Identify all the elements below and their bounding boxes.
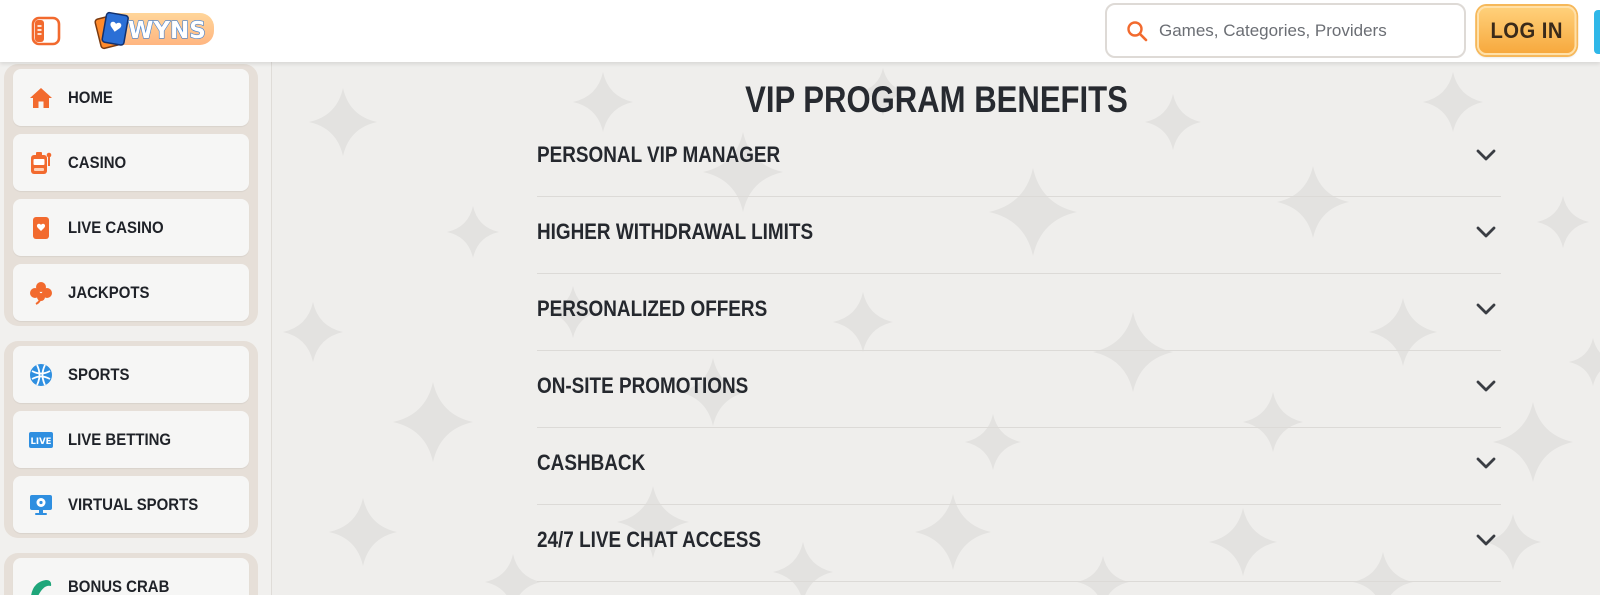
benefit-item-personalized-offers[interactable]: PERSONALIZED OFFERS bbox=[537, 274, 1501, 351]
vip-benefits-accordion: PERSONAL VIP MANAGER HIGHER WITHDRAWAL L… bbox=[537, 120, 1501, 582]
sidebar-item-bonus-crab[interactable]: BONUS CRAB bbox=[13, 558, 249, 595]
nav-group-bonus: BONUS CRAB bbox=[4, 553, 258, 595]
login-button[interactable]: LOG IN bbox=[1477, 6, 1577, 55]
top-header: WYNS LOG IN bbox=[0, 0, 1600, 62]
sidebar: HOME CASINO LIVE CASINO JACKPOTS SPORTS … bbox=[0, 62, 272, 595]
background-star bbox=[309, 88, 377, 156]
background-star bbox=[393, 382, 473, 462]
sidebar-toggle-icon[interactable] bbox=[31, 16, 61, 46]
benefit-item-live-chat-access[interactable]: 24/7 LIVE CHAT ACCESS bbox=[537, 505, 1501, 582]
sidebar-item-jackpots[interactable]: JACKPOTS bbox=[13, 264, 249, 321]
chevron-down-icon[interactable] bbox=[1475, 225, 1497, 239]
sidebar-item-label: JACKPOTS bbox=[68, 282, 150, 302]
benefit-item-personal-vip-manager[interactable]: PERSONAL VIP MANAGER bbox=[537, 120, 1501, 197]
nav-group-sports: SPORTS LIVE LIVE BETTING VIRTUAL SPORTS bbox=[4, 341, 258, 538]
wyns-logo[interactable]: WYNS bbox=[92, 6, 218, 54]
sidebar-item-live-betting[interactable]: LIVE LIVE BETTING bbox=[13, 411, 249, 468]
benefit-title: 24/7 LIVE CHAT ACCESS bbox=[537, 527, 761, 552]
chevron-down-icon[interactable] bbox=[1475, 302, 1497, 316]
header-edge-button[interactable] bbox=[1594, 10, 1600, 54]
sidebar-item-label: BONUS CRAB bbox=[68, 576, 170, 595]
sidebar-item-home[interactable]: HOME bbox=[13, 69, 249, 126]
chevron-down-icon[interactable] bbox=[1475, 533, 1497, 547]
chevron-down-icon[interactable] bbox=[1475, 148, 1497, 162]
benefit-title: ON-SITE PROMOTIONS bbox=[537, 373, 749, 398]
benefit-title: CASHBACK bbox=[537, 450, 646, 475]
page-title: VIP PROGRAM BENEFITS bbox=[745, 79, 1128, 120]
background-star bbox=[329, 498, 397, 566]
clover-icon bbox=[30, 282, 52, 305]
background-star bbox=[283, 302, 343, 362]
playing-card-icon bbox=[33, 217, 49, 239]
sidebar-item-label: VIRTUAL SPORTS bbox=[68, 494, 199, 514]
sidebar-item-live-casino[interactable]: LIVE CASINO bbox=[13, 199, 249, 256]
slot-machine-icon bbox=[31, 152, 52, 174]
live-badge-text: LIVE bbox=[31, 437, 52, 447]
benefit-title: PERSONALIZED OFFERS bbox=[537, 296, 768, 321]
sidebar-item-virtual-sports[interactable]: VIRTUAL SPORTS bbox=[13, 476, 249, 533]
sidebar-item-label: SPORTS bbox=[68, 364, 130, 384]
sports-ball-icon bbox=[30, 364, 52, 386]
background-star bbox=[1537, 196, 1589, 248]
nav-group-casino: HOME CASINO LIVE CASINO JACKPOTS bbox=[4, 64, 258, 326]
background-star bbox=[1569, 338, 1600, 386]
logo-text: WYNS bbox=[128, 18, 206, 44]
chevron-down-icon[interactable] bbox=[1475, 379, 1497, 393]
background-star bbox=[1493, 402, 1573, 482]
benefit-item-on-site-promotions[interactable]: ON-SITE PROMOTIONS bbox=[537, 351, 1501, 428]
chevron-down-icon[interactable] bbox=[1475, 456, 1497, 470]
live-badge-icon: LIVE bbox=[29, 432, 53, 448]
background-star bbox=[485, 554, 541, 595]
bonus-crab-icon bbox=[31, 580, 52, 595]
sidebar-item-label: LIVE BETTING bbox=[68, 429, 172, 449]
virtual-sports-monitor-icon bbox=[30, 495, 52, 515]
search-icon bbox=[1127, 20, 1148, 41]
benefit-item-higher-withdrawal-limits[interactable]: HIGHER WITHDRAWAL LIMITS bbox=[537, 197, 1501, 274]
sidebar-item-casino[interactable]: CASINO bbox=[13, 134, 249, 191]
benefit-title: HIGHER WITHDRAWAL LIMITS bbox=[537, 219, 814, 244]
search-box[interactable] bbox=[1105, 3, 1466, 58]
sidebar-item-sports[interactable]: SPORTS bbox=[13, 346, 249, 403]
main-content: VIP PROGRAM BENEFITS PERSONAL VIP MANAGE… bbox=[273, 62, 1600, 595]
sidebar-item-label: HOME bbox=[68, 87, 113, 107]
search-input[interactable] bbox=[1159, 20, 1449, 41]
background-star bbox=[447, 206, 499, 258]
benefit-title: PERSONAL VIP MANAGER bbox=[537, 142, 781, 167]
sidebar-item-label: CASINO bbox=[68, 152, 127, 172]
benefit-item-cashback[interactable]: CASHBACK bbox=[537, 428, 1501, 505]
sidebar-item-label: LIVE CASINO bbox=[68, 217, 164, 237]
home-icon bbox=[30, 88, 52, 108]
